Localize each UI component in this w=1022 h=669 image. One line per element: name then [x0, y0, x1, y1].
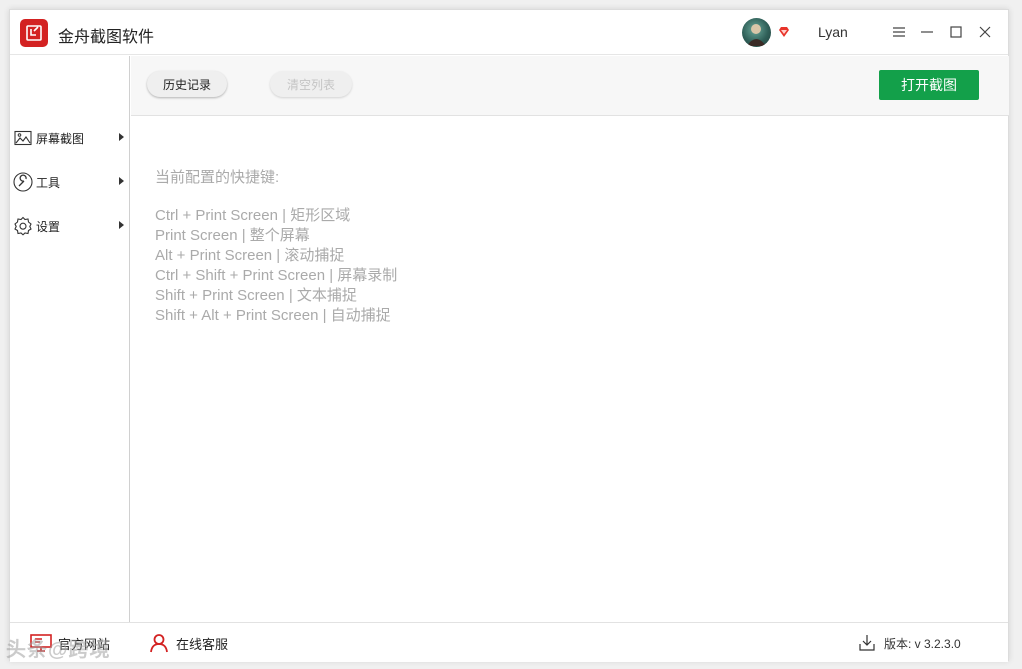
- username[interactable]: Lyan: [818, 24, 848, 40]
- hotkey-line: Alt + Print Screen | 滚动捕捉: [155, 247, 345, 264]
- close-icon: [979, 26, 991, 38]
- history-button[interactable]: 历史记录: [147, 71, 227, 97]
- online-support-link[interactable]: 在线客服: [148, 632, 228, 654]
- clear-list-button[interactable]: 清空列表: [270, 71, 352, 97]
- menu-button[interactable]: [889, 22, 909, 42]
- close-button[interactable]: [975, 22, 995, 42]
- gear-icon: [12, 215, 34, 237]
- sidebar-item-tools[interactable]: 工具: [12, 170, 128, 194]
- hotkey-line: Ctrl + Print Screen | 矩形区域: [155, 207, 351, 224]
- watermark: 头条@跨境: [6, 633, 111, 662]
- maximize-icon: [950, 26, 962, 38]
- chevron-right-icon: [119, 177, 124, 185]
- wrench-icon: [12, 171, 34, 193]
- app-logo-icon: [20, 19, 48, 47]
- version-label: 版本: v 3.2.3.0: [884, 636, 961, 651]
- sidebar-item-label: 屏幕截图: [36, 131, 85, 146]
- sidebar: 屏幕截图 工具 设置: [10, 56, 130, 622]
- title-bar: 金舟截图软件 Lyan: [10, 10, 1008, 55]
- version-info[interactable]: 版本: v 3.2.3.0: [858, 632, 961, 654]
- maximize-button[interactable]: [946, 22, 966, 42]
- main-content: 当前配置的快捷键: Ctrl + Print Screen | 矩形区域 Pri…: [131, 116, 1009, 622]
- hotkeys-list: Ctrl + Print Screen | 矩形区域 Print Screen …: [155, 206, 397, 326]
- vip-diamond-icon[interactable]: [777, 25, 791, 39]
- chevron-right-icon: [119, 221, 124, 229]
- sidebar-item-label: 工具: [36, 175, 61, 190]
- sidebar-item-label: 设置: [36, 219, 61, 234]
- sidebar-item-settings[interactable]: 设置: [12, 214, 128, 238]
- hotkey-line: Shift + Print Screen | 文本捕捉: [155, 287, 357, 304]
- minimize-icon: [921, 31, 933, 33]
- hotkey-line: Shift + Alt + Print Screen | 自动捕捉: [155, 307, 391, 324]
- watermark-text: 头条@跨境: [6, 639, 111, 661]
- avatar[interactable]: [742, 18, 771, 47]
- hotkeys-title: 当前配置的快捷键:: [155, 169, 280, 186]
- download-update-icon: [858, 634, 876, 652]
- footer: 官方网站 在线客服 版本: v 3.2.3.0: [10, 622, 1008, 662]
- sidebar-item-screenshot[interactable]: 屏幕截图: [12, 126, 128, 150]
- minimize-button[interactable]: [917, 22, 937, 42]
- hotkey-line: Print Screen | 整个屏幕: [155, 227, 310, 244]
- online-support-label: 在线客服: [176, 636, 229, 652]
- chevron-right-icon: [119, 133, 124, 141]
- app-title: 金舟截图软件: [58, 29, 155, 46]
- image-icon: [12, 127, 34, 149]
- user-support-icon: [148, 632, 170, 654]
- menu-icon: [893, 27, 905, 37]
- toolbar: 历史记录 清空列表 打开截图: [131, 56, 1009, 116]
- app-window: 金舟截图软件 Lyan 屏幕截图 工具 设置 历史记录 清空列表 打开截图 当前…: [9, 9, 1009, 662]
- hotkey-line: Ctrl + Shift + Print Screen | 屏幕录制: [155, 267, 398, 284]
- open-screenshot-button[interactable]: 打开截图: [879, 70, 979, 100]
